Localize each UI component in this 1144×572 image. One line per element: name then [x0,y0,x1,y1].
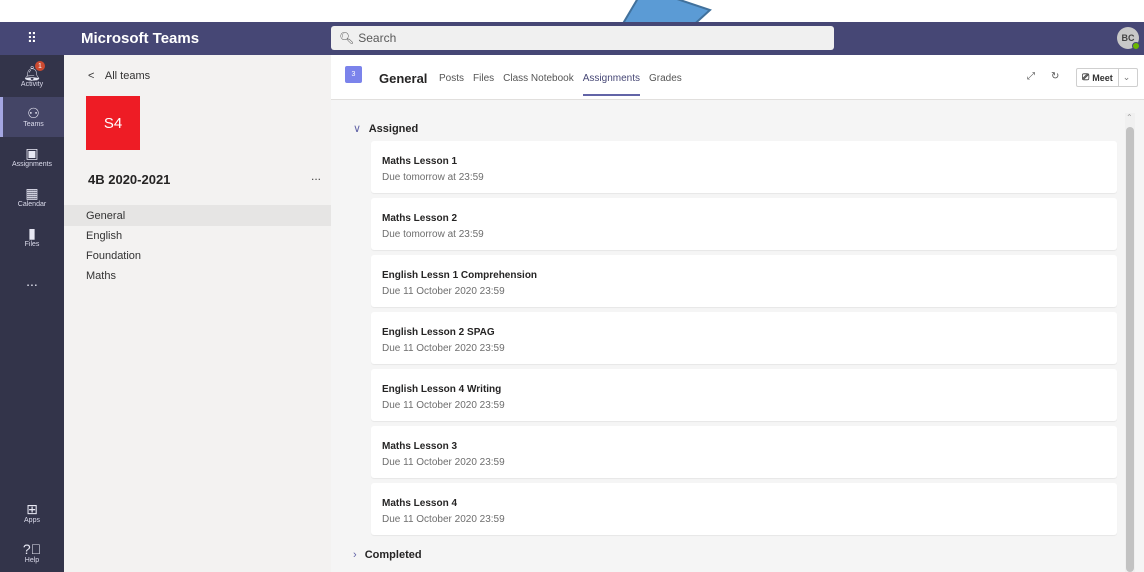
refresh-icon[interactable]: ↻ [1051,71,1059,82]
scrollbar[interactable]: ⌃ [1125,113,1135,572]
channel-header: 3 General Posts Files Class Notebook Ass… [331,55,1144,100]
scrollbar-thumb[interactable] [1126,127,1134,572]
app-title: Microsoft Teams [81,30,200,47]
rail-label: Calendar [17,201,47,208]
presence-available-icon [1132,42,1140,50]
scroll-up-icon[interactable]: ⌃ [1126,113,1133,122]
chevron-left-icon: < [88,70,95,82]
avatar-initials: BC [1121,33,1135,43]
meet-button[interactable]: ⎚ Meet ⌄ [1076,68,1138,87]
rail-label: Files [24,241,40,248]
main-content: 3 General Posts Files Class Notebook Ass… [331,55,1144,572]
rail-item-activity[interactable]: 🔔︎ Activity 1 [0,57,64,97]
channel-tabs: Posts Files Class Notebook Assignments G… [439,73,682,96]
assignment-title: Maths Lesson 1 [382,156,458,167]
assigned-section-header[interactable]: ∨ Assigned [353,122,418,135]
tab-files[interactable]: Files [473,73,494,84]
rail-label: Assignments [11,161,53,168]
team-name: 4B 2020-2021 [88,172,171,187]
assignment-card[interactable]: Maths Lesson 1 Due tomorrow at 23:59 [371,141,1117,193]
app-bar: 🔔︎ Activity 1 ⚇ Teams ▣ Assignments ▦ Ca… [0,55,64,572]
assignments-icon: ▣ [25,145,39,161]
rail-item-assignments[interactable]: ▣ Assignments [0,137,64,177]
files-icon: ▮ [28,225,36,241]
rail-item-teams[interactable]: ⚇ Teams [0,97,64,137]
rail-item-apps[interactable]: ⊞ Apps [0,493,64,533]
video-camera-icon: ⎚ [1082,72,1090,82]
app-launcher-icon[interactable]: ⠿ [0,22,64,55]
assignment-title: Maths Lesson 3 [382,441,458,452]
assignment-card[interactable]: Maths Lesson 4 Due 11 October 2020 23:59 [371,483,1117,535]
assignment-due: Due 11 October 2020 23:59 [382,400,505,411]
completed-label: Completed [364,549,422,561]
chevron-down-icon[interactable]: ⌄ [1119,72,1131,83]
assignment-card[interactable]: English Lesson 4 Writing Due 11 October … [371,369,1117,421]
team-avatar: S4 [86,96,140,150]
tab-class-notebook[interactable]: Class Notebook [503,73,574,84]
rail-item-calendar[interactable]: ▦ Calendar [0,177,64,217]
assignment-title: English Lesson 2 SPAG [382,327,495,338]
apps-icon: ⊞ [26,501,38,517]
rail-label: Teams [23,121,44,128]
all-teams-label: All teams [104,70,151,82]
all-teams-link[interactable]: < All teams [88,70,150,82]
assignment-due: Due 11 October 2020 23:59 [382,457,505,468]
rail-item-files[interactable]: ▮ Files [0,217,64,257]
assignment-title: English Lesson 4 Writing [382,384,502,395]
assignment-title: Maths Lesson 2 [382,213,458,224]
teams-window: ⠿ Microsoft Teams 🔍︎ Search BC 🔔︎ Activi… [0,0,1144,572]
rail-label: Apps [24,517,40,524]
search-placeholder: Search [358,31,397,45]
tab-grades[interactable]: Grades [649,73,682,84]
search-input[interactable]: 🔍︎ Search [331,26,834,50]
top-margin [0,0,1144,22]
channel-icon: 3 [345,66,362,83]
channel-item-foundation[interactable]: Foundation [64,245,331,266]
channel-item-maths[interactable]: Maths [64,265,331,286]
assignment-due: Due 11 October 2020 23:59 [382,286,505,297]
assignment-due: Due tomorrow at 23:59 [382,229,484,240]
rail-item-help[interactable]: ?⃝ Help [0,533,64,572]
expand-icon[interactable]: ⤢ [1027,71,1035,82]
assignment-due: Due 11 October 2020 23:59 [382,514,505,525]
channel-item-english[interactable]: English [64,225,331,246]
calendar-icon: ▦ [25,185,39,201]
search-icon: 🔍︎ [339,31,355,45]
assignment-card[interactable]: English Lessn 1 Comprehension Due 11 Oct… [371,255,1117,307]
help-icon: ?⃝ [22,541,42,557]
tab-posts[interactable]: Posts [439,73,464,84]
team-tile-text: S4 [103,114,123,132]
title-bar: ⠿ Microsoft Teams 🔍︎ Search BC [0,22,1144,55]
more-icon: ... [26,272,38,289]
rail-item-more[interactable]: ... [0,261,64,301]
assigned-label: Assigned [368,123,419,135]
assignment-card[interactable]: Maths Lesson 3 Due 11 October 2020 23:59 [371,426,1117,478]
meet-label-wrap: ⎚ Meet [1077,69,1119,86]
chevron-down-icon: ∨ [353,123,362,135]
assignment-due: Due tomorrow at 23:59 [382,172,484,183]
teams-icon: ⚇ [27,105,40,121]
assignment-title: Maths Lesson 4 [382,498,458,509]
team-pane: < All teams S4 4B 2020-2021 ... General … [64,55,331,572]
channel-title: General [379,71,428,86]
assignment-due: Due 11 October 2020 23:59 [382,343,505,354]
team-more-options-button[interactable]: ... [311,169,321,183]
rail-label: Help [24,557,40,564]
rail-label: Activity [20,81,44,88]
avatar[interactable]: BC [1117,27,1140,50]
channel-item-general[interactable]: General [64,205,331,226]
meet-label: Meet [1092,72,1113,83]
assignment-card[interactable]: Maths Lesson 2 Due tomorrow at 23:59 [371,198,1117,250]
tab-assignments[interactable]: Assignments [582,73,641,96]
assignment-card[interactable]: English Lesson 2 SPAG Due 11 October 202… [371,312,1117,364]
assignment-title: English Lessn 1 Comprehension [382,270,538,281]
chevron-right-icon: › [353,549,357,561]
notification-badge: 1 [35,61,45,71]
completed-section-header[interactable]: › Completed [353,549,422,561]
